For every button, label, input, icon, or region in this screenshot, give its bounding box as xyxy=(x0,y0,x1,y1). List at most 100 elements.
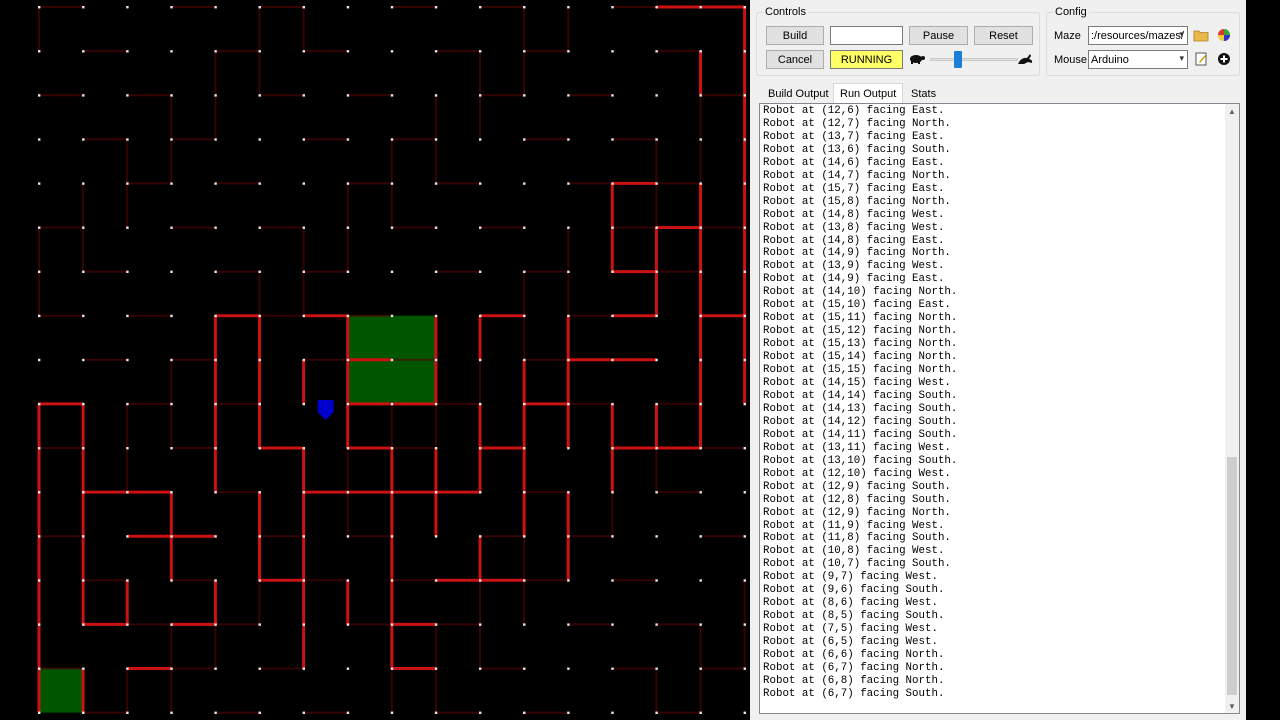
maze-post xyxy=(302,358,305,362)
maze-post xyxy=(655,402,658,406)
speed-slider[interactable] xyxy=(930,58,1018,61)
log-line: Robot at (8,6) facing West. xyxy=(763,597,938,610)
maze-post xyxy=(699,94,702,97)
maze-post xyxy=(699,491,702,494)
maze-post xyxy=(170,623,173,626)
speed-slider-thumb[interactable] xyxy=(954,51,962,68)
maze-post xyxy=(743,6,746,9)
run-output-log[interactable]: Robot at (12,6) facing East. Robot at (12… xyxy=(759,103,1240,714)
maze-post xyxy=(611,226,614,229)
maze-post xyxy=(258,270,261,273)
maze-post xyxy=(258,623,261,626)
color-wheel-icon[interactable] xyxy=(1214,25,1234,45)
cancel-button[interactable]: Cancel xyxy=(766,50,824,69)
maze-post xyxy=(699,270,702,273)
log-line: Robot at (14,7) facing North. xyxy=(763,169,951,182)
maze-post xyxy=(567,94,570,97)
maze-post xyxy=(611,314,614,318)
maze-post xyxy=(743,447,746,450)
maze-post xyxy=(567,6,570,9)
maze-post xyxy=(699,6,702,9)
build-button[interactable]: Build xyxy=(766,26,824,45)
tab-run-output[interactable]: Run Output xyxy=(833,83,904,103)
maze-post xyxy=(567,138,570,141)
maze-post xyxy=(479,402,482,406)
maze-post xyxy=(38,226,41,229)
maze-post xyxy=(82,447,85,450)
maze-post xyxy=(743,314,746,318)
scroll-down-icon[interactable]: ▼ xyxy=(1225,699,1239,713)
maze-post xyxy=(38,491,41,494)
maze-post xyxy=(170,270,173,273)
log-line: Robot at (14,13) facing South. xyxy=(763,402,958,415)
maze-post xyxy=(611,6,614,9)
maze-post xyxy=(743,711,746,714)
maze-post xyxy=(38,402,41,406)
tab-stats[interactable]: Stats xyxy=(905,85,943,103)
maze-post xyxy=(567,358,570,362)
maze-post xyxy=(479,50,482,53)
maze-canvas xyxy=(37,5,747,714)
log-line: Robot at (10,8) facing West. xyxy=(763,545,945,558)
maze-post xyxy=(567,579,570,582)
log-line: Robot at (9,6) facing South. xyxy=(763,584,945,597)
scroll-up-icon[interactable]: ▲ xyxy=(1225,104,1239,118)
maze-post xyxy=(214,358,217,362)
log-line: Robot at (6,6) facing North. xyxy=(763,649,945,662)
maze-post xyxy=(38,535,41,538)
maze-post xyxy=(611,491,614,494)
maze-post xyxy=(38,138,41,141)
maze-post xyxy=(479,667,482,670)
maze-post xyxy=(258,226,261,229)
maze-post xyxy=(170,6,173,9)
maze-post xyxy=(699,579,702,582)
maze-post xyxy=(743,358,746,362)
log-line: Robot at (15,7) facing East. xyxy=(763,182,945,195)
maze-select[interactable]: :/resources/mazes/ ▾ xyxy=(1088,26,1188,45)
tab-build-output[interactable]: Build Output xyxy=(762,85,835,103)
reset-button[interactable]: Reset xyxy=(974,26,1033,45)
maze-post xyxy=(567,711,570,714)
maze-post xyxy=(655,6,658,9)
maze-post xyxy=(523,667,526,670)
maze-post xyxy=(82,314,85,318)
folder-icon[interactable] xyxy=(1191,25,1211,45)
maze-post xyxy=(170,226,173,229)
maze-post xyxy=(302,667,305,670)
maze-post xyxy=(743,535,746,538)
maze-post xyxy=(479,535,482,538)
maze-post xyxy=(258,535,261,538)
log-line: Robot at (15,10) facing East. xyxy=(763,299,951,312)
maze-post xyxy=(302,94,305,97)
maze-post xyxy=(611,402,614,406)
log-line: Robot at (8,5) facing South. xyxy=(763,610,945,623)
maze-post xyxy=(699,623,702,626)
maze-post xyxy=(258,6,261,9)
log-line: Robot at (13,7) facing East. xyxy=(763,130,945,143)
maze-post xyxy=(611,535,614,538)
mouse-label: Mouse xyxy=(1054,54,1088,66)
maze-post xyxy=(170,50,173,53)
maze-post xyxy=(170,667,173,670)
edit-icon[interactable] xyxy=(1191,49,1211,69)
maze-post xyxy=(170,535,173,538)
maze-post xyxy=(302,447,305,450)
maze-post xyxy=(434,535,438,538)
maze-post xyxy=(38,667,41,670)
maze-post xyxy=(390,6,394,9)
pause-button[interactable]: Pause xyxy=(909,26,968,45)
maze-post xyxy=(346,623,350,626)
maze-post xyxy=(82,535,85,538)
scrollbar-thumb[interactable] xyxy=(1227,457,1237,695)
maze-post xyxy=(38,182,41,185)
scrollbar[interactable]: ▲ ▼ xyxy=(1225,104,1239,713)
maze-post xyxy=(214,94,217,97)
add-icon[interactable] xyxy=(1214,49,1234,69)
maze-post xyxy=(434,6,438,9)
maze-post xyxy=(258,182,261,185)
maze-post xyxy=(346,94,350,97)
maze-post xyxy=(390,535,394,538)
mouse-select[interactable]: Arduino ▾ xyxy=(1088,50,1188,69)
maze-post xyxy=(302,711,305,714)
maze-post xyxy=(655,623,658,626)
